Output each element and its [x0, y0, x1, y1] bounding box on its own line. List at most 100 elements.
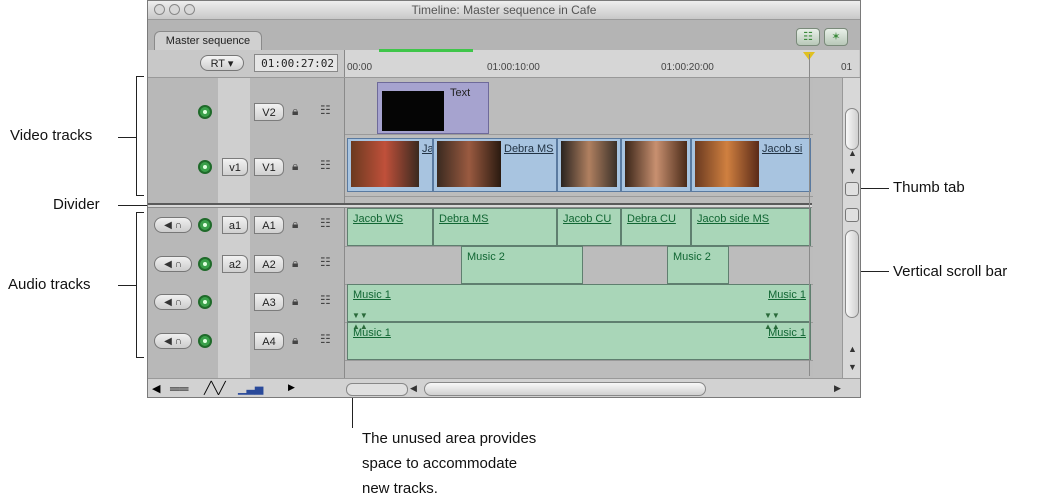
- callout-vertical-scroll-bar: Vertical scroll bar: [893, 263, 1008, 280]
- bottom-toolbar: ◀ ══ ╱╲╱ ▁▃▅ ▶ ◀ ▶: [148, 378, 860, 397]
- callout-unused-area-line1: The unused area provides: [362, 430, 537, 447]
- video-clip[interactable]: [621, 138, 691, 192]
- callout-audio-tracks: Audio tracks: [8, 276, 91, 293]
- audio-clip[interactable]: Jacob side MS: [691, 208, 811, 246]
- upper-scroll-thumb[interactable]: [845, 108, 859, 150]
- callout-divider: Divider: [53, 196, 100, 213]
- speaker-icon[interactable]: ◀: [152, 382, 160, 395]
- clip-label: Music 1: [353, 327, 391, 339]
- playhead-line: [809, 54, 810, 376]
- play-arrow-icon[interactable]: ▶: [288, 382, 295, 393]
- callout-thumb-tab: Thumb tab: [893, 179, 965, 196]
- chevron-down-icon: ▾: [227, 58, 234, 70]
- track-dest-a1[interactable]: A1: [254, 216, 284, 234]
- audio-enable-icon[interactable]: [198, 218, 212, 232]
- vertical-scroll-bar[interactable]: ▲ ▼ ▲ ▼: [842, 78, 860, 378]
- track-a4: ▲▲ ▲▲ Music 1 Music 1: [345, 322, 813, 361]
- scroll-left-arrow[interactable]: ◀: [410, 383, 417, 394]
- thumb-tab[interactable]: [845, 182, 859, 196]
- video-clip[interactable]: Ja: [347, 138, 433, 192]
- video-clip[interactable]: [557, 138, 621, 192]
- scroll-up-arrow[interactable]: ▲: [848, 148, 857, 158]
- lower-scroll-thumb[interactable]: [845, 230, 859, 318]
- track-dest-a3[interactable]: A3: [254, 293, 284, 311]
- audio-monitor-toggle[interactable]: ◀ ∩: [154, 217, 192, 233]
- ruler-label: 00:00: [347, 62, 373, 73]
- video-clip[interactable]: Debra MS: [433, 138, 557, 192]
- text-clip[interactable]: Text: [377, 82, 489, 134]
- clip-thumbnail: [437, 141, 501, 187]
- title-bar[interactable]: Timeline: Master sequence in Cafe: [148, 1, 860, 20]
- clip-label: Debra MS: [504, 143, 554, 155]
- lock-icon[interactable]: 🔒︎: [292, 104, 298, 119]
- audio-clip[interactable]: Jacob CU: [557, 208, 621, 246]
- track-source-v1[interactable]: v1: [222, 158, 248, 176]
- linking-button[interactable]: ✶: [824, 28, 848, 46]
- timeline-tracks-area[interactable]: Text Ja Debra MS Jacob si Jacob WS Debra…: [148, 78, 813, 378]
- callout-line: [118, 137, 136, 138]
- transition-icon: ▼▼: [764, 311, 780, 320]
- lock-icon[interactable]: 🔒︎: [292, 217, 298, 232]
- video-clip[interactable]: Jacob si: [691, 138, 811, 192]
- clip-label: Music 1: [353, 289, 391, 301]
- rt-popup[interactable]: RT ▾: [200, 55, 244, 71]
- auto-select-icon[interactable]: ☷: [320, 332, 331, 346]
- audio-clip[interactable]: Music 2: [461, 246, 583, 284]
- time-ruler[interactable]: 00:00 01:00:10:00 01:00:20:00 01: [344, 49, 859, 77]
- scroll-down-arrow[interactable]: ▼: [848, 166, 857, 176]
- bracket-line: [136, 195, 144, 196]
- audio-monitor-toggle[interactable]: ◀ ∩: [154, 294, 192, 310]
- track-source-a2[interactable]: a2: [222, 255, 248, 273]
- auto-select-icon[interactable]: ☷: [320, 158, 331, 172]
- track-dest-v1[interactable]: V1: [254, 158, 284, 176]
- audio-clip[interactable]: Music 1 Music 1 ▼▼ ▼▼: [347, 284, 811, 322]
- lock-icon[interactable]: 🔒︎: [292, 294, 298, 309]
- timecode-field[interactable]: 01:00:27:02: [254, 54, 338, 72]
- audio-monitor-toggle[interactable]: ◀ ∩: [154, 333, 192, 349]
- auto-select-icon[interactable]: ☷: [320, 216, 331, 230]
- clip-overlays-icon[interactable]: ╱╲╱: [204, 381, 226, 395]
- track-a2: Music 2 Music 2: [345, 246, 813, 285]
- callout-line: [118, 285, 136, 286]
- track-dest-a2[interactable]: A2: [254, 255, 284, 273]
- lock-icon[interactable]: 🔒︎: [292, 256, 298, 271]
- horizontal-scroll-thumb[interactable]: [424, 382, 706, 396]
- auto-select-icon[interactable]: ☷: [320, 293, 331, 307]
- text-clip-thumbnail: [382, 91, 444, 131]
- track-visibility-icon[interactable]: [198, 105, 212, 119]
- audio-enable-icon[interactable]: [198, 257, 212, 271]
- tab-master-sequence[interactable]: Master sequence: [154, 31, 262, 50]
- scroll-right-arrow[interactable]: ▶: [834, 383, 841, 394]
- audio-clip[interactable]: Debra CU: [621, 208, 691, 246]
- clip-thumbnail: [561, 141, 617, 187]
- lock-icon[interactable]: 🔒︎: [292, 333, 298, 348]
- audio-clip[interactable]: Music 2: [667, 246, 729, 284]
- bracket-line: [136, 357, 144, 358]
- scroll-down-arrow[interactable]: ▼: [848, 362, 857, 372]
- track-dest-v2[interactable]: V2: [254, 103, 284, 121]
- clip-label: Jacob CU: [563, 213, 612, 225]
- transition-icon: ▼▼: [352, 311, 368, 320]
- track-v2: Text: [345, 78, 813, 135]
- audio-clip[interactable]: ▲▲ ▲▲ Music 1 Music 1: [347, 322, 811, 360]
- audio-clip[interactable]: Debra MS: [433, 208, 557, 246]
- audio-monitor-toggle[interactable]: ◀ ∩: [154, 256, 192, 272]
- audio-enable-icon[interactable]: [198, 295, 212, 309]
- track-visibility-icon[interactable]: [198, 160, 212, 174]
- audio-clip[interactable]: Jacob WS: [347, 208, 433, 246]
- auto-select-icon[interactable]: ☷: [320, 255, 331, 269]
- scroll-up-arrow[interactable]: ▲: [848, 344, 857, 354]
- clip-label: Debra CU: [627, 213, 676, 225]
- track-dest-a4[interactable]: A4: [254, 332, 284, 350]
- text-clip-label: Text: [450, 87, 471, 99]
- track-source-a1[interactable]: a1: [222, 216, 248, 234]
- lock-icon[interactable]: 🔒︎: [292, 159, 298, 174]
- snapping-button[interactable]: ☷: [796, 28, 820, 46]
- auto-select-icon[interactable]: ☷: [320, 103, 331, 117]
- track-height-icon[interactable]: ══: [170, 381, 188, 396]
- window-title: Timeline: Master sequence in Cafe: [411, 3, 597, 17]
- zoom-slider[interactable]: [346, 383, 408, 396]
- thumb-tab[interactable]: [845, 208, 859, 222]
- track-size-icon[interactable]: ▁▃▅: [238, 382, 263, 395]
- audio-enable-icon[interactable]: [198, 334, 212, 348]
